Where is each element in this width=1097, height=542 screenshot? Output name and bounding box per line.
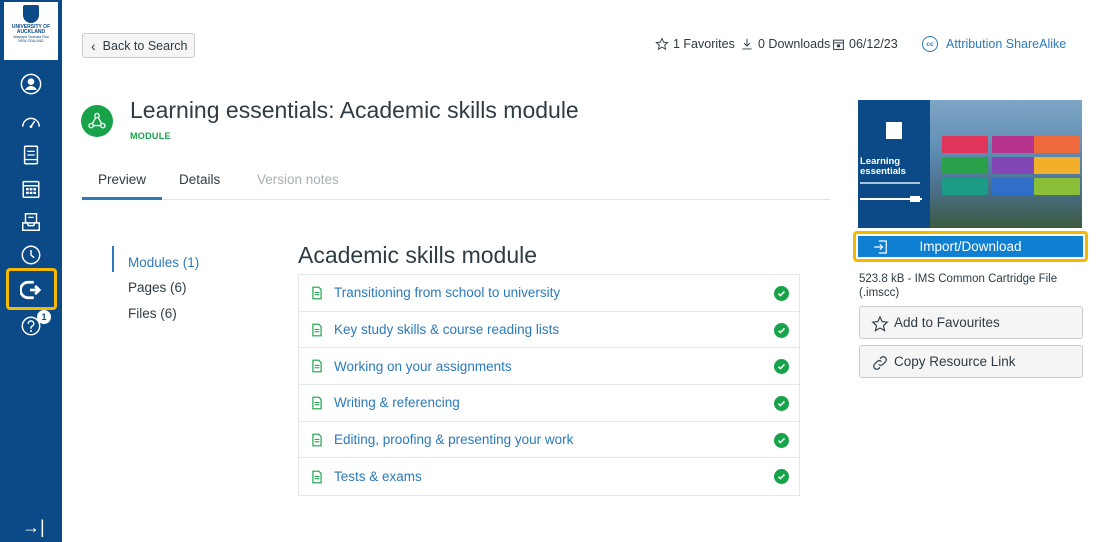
import-download-highlight: Import/Download (853, 231, 1088, 262)
list-item[interactable]: Editing, proofing & presenting your work (299, 422, 799, 459)
creative-commons-icon: cc (922, 36, 938, 52)
help-badge: 1 (37, 310, 51, 324)
module-item-label[interactable]: Editing, proofing & presenting your work (334, 432, 573, 447)
check-icon (774, 359, 789, 375)
university-logo[interactable]: UNIVERSITY OF AUCKLAND Waipapa Taumata R… (4, 2, 58, 60)
dashboard-icon[interactable] (19, 110, 43, 134)
courses-icon[interactable] (19, 143, 43, 167)
inbox-icon[interactable] (19, 210, 43, 234)
check-icon (774, 322, 789, 338)
thumbnail-tile (992, 157, 1038, 174)
page-icon (312, 286, 322, 300)
download-icon (742, 38, 752, 50)
list-item[interactable]: Working on your assignments (299, 348, 799, 386)
commons-icon[interactable] (19, 278, 43, 302)
downloads-count: 0 Downloads (740, 37, 830, 51)
subnav-active-indicator (112, 246, 114, 272)
history-icon[interactable] (19, 243, 43, 267)
thumbnail-logo (886, 122, 902, 139)
thumbnail-tile (942, 157, 988, 174)
license-link[interactable]: cc Attribution ShareAlike (922, 36, 1066, 52)
thumbnail-marker (910, 196, 920, 202)
thumbnail-tile (992, 136, 1038, 153)
thumbnail-tile (942, 178, 988, 195)
list-item[interactable]: Writing & referencing (299, 385, 799, 422)
crest-icon (23, 5, 39, 23)
module-item-label[interactable]: Key study skills & course reading lists (334, 322, 559, 337)
thumbnail-tagline-bar (860, 182, 920, 184)
resource-type-label: MODULE (130, 131, 171, 141)
module-item-label[interactable]: Tests & exams (334, 469, 422, 484)
tab-details[interactable]: Details (179, 172, 220, 200)
thumbnail-tile (942, 136, 988, 153)
link-icon (873, 356, 887, 370)
thumbnail-tile (1034, 157, 1080, 174)
thumbnail-tile (1034, 136, 1080, 153)
resource-thumbnail: Learning essentials (858, 100, 1082, 228)
favorites-label: 1 Favorites (673, 37, 735, 51)
date-info: 06/12/23 (832, 37, 898, 51)
subnav-files[interactable]: Files (6) (128, 306, 177, 321)
account-icon[interactable] (19, 72, 43, 96)
check-icon (774, 432, 789, 448)
page-icon (312, 396, 322, 410)
copy-resource-link-label: Copy Resource Link (894, 354, 1016, 369)
check-icon (774, 396, 789, 412)
import-download-label: Import/Download (919, 239, 1022, 254)
star-outline-icon (655, 37, 669, 51)
module-type-icon (81, 105, 113, 137)
date-label: 06/12/23 (849, 37, 898, 51)
back-to-search-label: Back to Search (102, 38, 188, 53)
check-icon (774, 469, 789, 485)
downloads-label: 0 Downloads (758, 37, 831, 51)
import-icon (874, 240, 887, 254)
thumbnail-title: Learning essentials (860, 156, 906, 177)
module-heading: Academic skills module (298, 242, 538, 268)
tab-version-notes[interactable]: Version notes (257, 172, 339, 200)
global-nav: UNIVERSITY OF AUCKLAND Waipapa Taumata R… (0, 0, 62, 542)
license-label: Attribution ShareAlike (946, 37, 1067, 51)
calendar-icon[interactable] (19, 177, 43, 201)
collapse-nav-icon[interactable]: →| (22, 517, 45, 538)
page-icon (312, 323, 322, 336)
favorites-count: 1 Favorites (655, 37, 735, 51)
back-to-search-button[interactable]: ‹ Back to Search (82, 33, 195, 58)
module-item-label[interactable]: Transitioning from school to university (334, 285, 560, 300)
list-item[interactable]: Key study skills & course reading lists (299, 312, 799, 349)
page-title: Learning essentials: Academic skills mod… (130, 97, 579, 123)
file-info: 523.8 kB - IMS Common Cartridge File (.i… (859, 273, 1058, 299)
subnav-pages[interactable]: Pages (6) (128, 280, 187, 295)
page-icon (312, 359, 322, 373)
module-item-label[interactable]: Writing & referencing (334, 395, 460, 410)
logo-country: NEW ZEALAND (18, 39, 44, 43)
page-icon (312, 470, 322, 484)
tab-preview[interactable]: Preview (82, 172, 163, 200)
check-icon (774, 286, 789, 301)
import-download-button[interactable]: Import/Download (858, 236, 1083, 257)
star-outline-icon (871, 315, 889, 332)
module-item-label[interactable]: Working on your assignments (334, 359, 512, 374)
tab-bar: Preview Details Version notes (82, 172, 830, 200)
list-item[interactable]: Tests & exams (299, 458, 799, 495)
thumbnail-tile (1034, 178, 1080, 195)
thumbnail-banner: Learning essentials (858, 100, 930, 228)
chevron-left-icon: ‹ (91, 37, 96, 54)
copy-resource-link-button[interactable]: Copy Resource Link (859, 345, 1083, 378)
module-item-list: Transitioning from school to university … (298, 274, 800, 497)
page-icon (312, 433, 322, 447)
calendar-small-icon (833, 39, 844, 50)
thumbnail-tile (992, 178, 1038, 195)
add-to-favourites-button[interactable]: Add to Favourites (859, 306, 1083, 339)
list-item[interactable]: Transitioning from school to university (299, 275, 799, 312)
subnav-modules[interactable]: Modules (1) (128, 255, 199, 270)
add-to-favourites-label: Add to Favourites (894, 315, 1000, 330)
